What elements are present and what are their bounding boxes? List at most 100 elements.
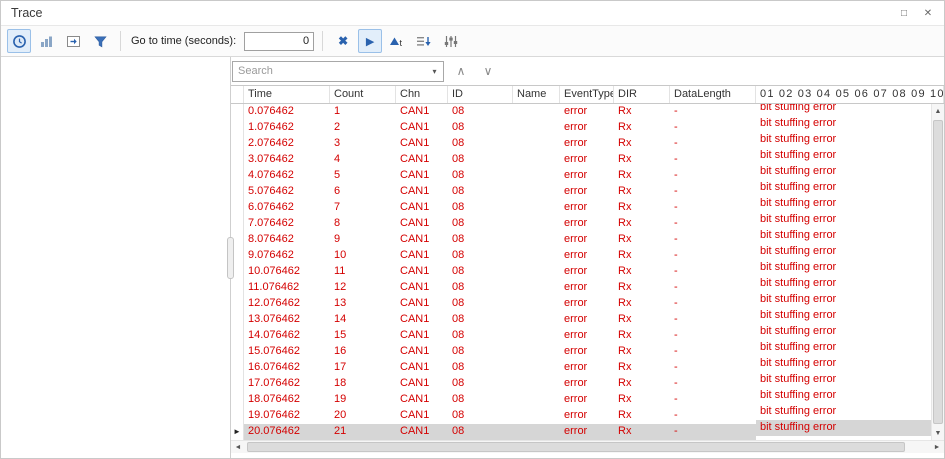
cell-datalength: - <box>670 232 756 248</box>
cell-datalength: - <box>670 280 756 296</box>
statistics-button[interactable] <box>34 29 58 53</box>
cell-chn: CAN1 <box>396 344 448 360</box>
details-panel-button[interactable] <box>61 29 85 53</box>
cell-time: 7.076462 <box>244 216 330 232</box>
cell-data: bit stuffing error <box>756 324 931 340</box>
cell-chn: CAN1 <box>396 152 448 168</box>
column-header-id[interactable]: ID <box>448 86 513 103</box>
cell-chn: CAN1 <box>396 120 448 136</box>
cell-dir: Rx <box>614 248 670 264</box>
cell-data: bit stuffing error <box>756 276 931 292</box>
splitter-handle[interactable] <box>227 237 234 279</box>
cell-count: 8 <box>330 216 396 232</box>
row-marker-cell <box>231 168 244 184</box>
column-header-name[interactable]: Name <box>513 86 560 103</box>
cell-time: 1.076462 <box>244 120 330 136</box>
cell-name <box>513 104 560 120</box>
horizontal-scroll-track[interactable] <box>245 441 930 453</box>
search-previous-button[interactable]: ∧ <box>451 61 471 81</box>
cell-id: 08 <box>448 184 513 200</box>
chevron-down-icon: ∨ <box>484 64 493 78</box>
cell-name <box>513 360 560 376</box>
scroll-left-button[interactable]: ◄ <box>231 441 245 453</box>
cell-eventtype: error <box>560 248 614 264</box>
column-header-count[interactable]: Count <box>330 86 396 103</box>
horizontal-scroll-thumb[interactable] <box>247 442 905 452</box>
search-input[interactable] <box>233 62 426 81</box>
column-header-datalength[interactable]: DataLength <box>670 86 756 103</box>
row-marker-cell <box>231 216 244 232</box>
cell-eventtype: error <box>560 232 614 248</box>
cell-eventtype: error <box>560 280 614 296</box>
row-marker-cell <box>231 120 244 136</box>
cell-count: 11 <box>330 264 396 280</box>
cell-chn: CAN1 <box>396 280 448 296</box>
cell-id: 08 <box>448 376 513 392</box>
cell-name <box>513 312 560 328</box>
svg-text:t: t <box>400 38 403 48</box>
scroll-down-button[interactable]: ▼ <box>932 426 944 440</box>
cell-time: 19.076462 <box>244 408 330 424</box>
column-header-dir[interactable]: DIR <box>614 86 670 103</box>
cell-eventtype: error <box>560 424 614 440</box>
cell-eventtype: error <box>560 200 614 216</box>
cell-data: bit stuffing error <box>756 180 931 196</box>
table-row[interactable]: ►20.07646221CAN108errorRx-bit stuffing e… <box>231 424 931 440</box>
row-marker-cell <box>231 104 244 120</box>
cell-chn: CAN1 <box>396 200 448 216</box>
cell-count: 4 <box>330 152 396 168</box>
cell-chn: CAN1 <box>396 408 448 424</box>
cell-data: bit stuffing error <box>756 372 931 388</box>
cell-id: 08 <box>448 216 513 232</box>
cell-id: 08 <box>448 264 513 280</box>
cell-name <box>513 168 560 184</box>
horizontal-scrollbar[interactable]: ◄ ► <box>231 440 944 453</box>
column-header-chn[interactable]: Chn <box>396 86 448 103</box>
vertical-scrollbar[interactable]: ▲ ▼ <box>931 104 944 440</box>
row-marker-cell <box>231 280 244 296</box>
dropdown-arrow-icon[interactable]: ▾ <box>426 62 443 81</box>
column-header-time[interactable]: Time <box>244 86 330 103</box>
vertical-scroll-track[interactable] <box>932 118 944 426</box>
clear-search-button[interactable]: ✖ <box>331 29 355 53</box>
cell-eventtype: error <box>560 408 614 424</box>
goto-time-input[interactable] <box>244 32 314 51</box>
row-marker-cell <box>231 360 244 376</box>
cell-name <box>513 376 560 392</box>
window-controls: □ ✕ <box>898 8 934 19</box>
scroll-up-button[interactable]: ▲ <box>932 104 944 118</box>
cell-time: 17.076462 <box>244 376 330 392</box>
cell-id: 08 <box>448 200 513 216</box>
column-header-eventtype[interactable]: EventType <box>560 86 614 103</box>
cell-data: bit stuffing error <box>756 420 931 436</box>
cell-count: 21 <box>330 424 396 440</box>
filter-button[interactable] <box>88 29 112 53</box>
cell-id: 08 <box>448 168 513 184</box>
cell-datalength: - <box>670 168 756 184</box>
close-button[interactable]: ✕ <box>922 8 934 19</box>
settings-button[interactable] <box>439 29 463 53</box>
sliders-icon <box>443 34 459 49</box>
vertical-scroll-thumb[interactable] <box>933 120 943 424</box>
sort-button[interactable] <box>412 29 436 53</box>
column-header-data[interactable]: 01 02 03 04 05 06 07 08 09 10 <box>756 86 944 103</box>
cell-name <box>513 248 560 264</box>
cell-count: 17 <box>330 360 396 376</box>
search-next-button[interactable]: ∨ <box>478 61 498 81</box>
cell-time: 9.076462 <box>244 248 330 264</box>
go-to-time-button[interactable]: ▶ <box>358 29 382 53</box>
time-difference-button[interactable]: t <box>385 29 409 53</box>
time-mode-button[interactable] <box>7 29 31 53</box>
cell-datalength: - <box>670 376 756 392</box>
search-combobox: ▾ <box>232 61 444 82</box>
cell-datalength: - <box>670 152 756 168</box>
cell-name <box>513 200 560 216</box>
maximize-button[interactable]: □ <box>898 8 910 19</box>
cell-time: 5.076462 <box>244 184 330 200</box>
cell-data: bit stuffing error <box>756 212 931 228</box>
scroll-right-button[interactable]: ► <box>930 441 944 453</box>
cell-dir: Rx <box>614 104 670 120</box>
cell-dir: Rx <box>614 296 670 312</box>
cell-time: 14.076462 <box>244 328 330 344</box>
cell-dir: Rx <box>614 360 670 376</box>
